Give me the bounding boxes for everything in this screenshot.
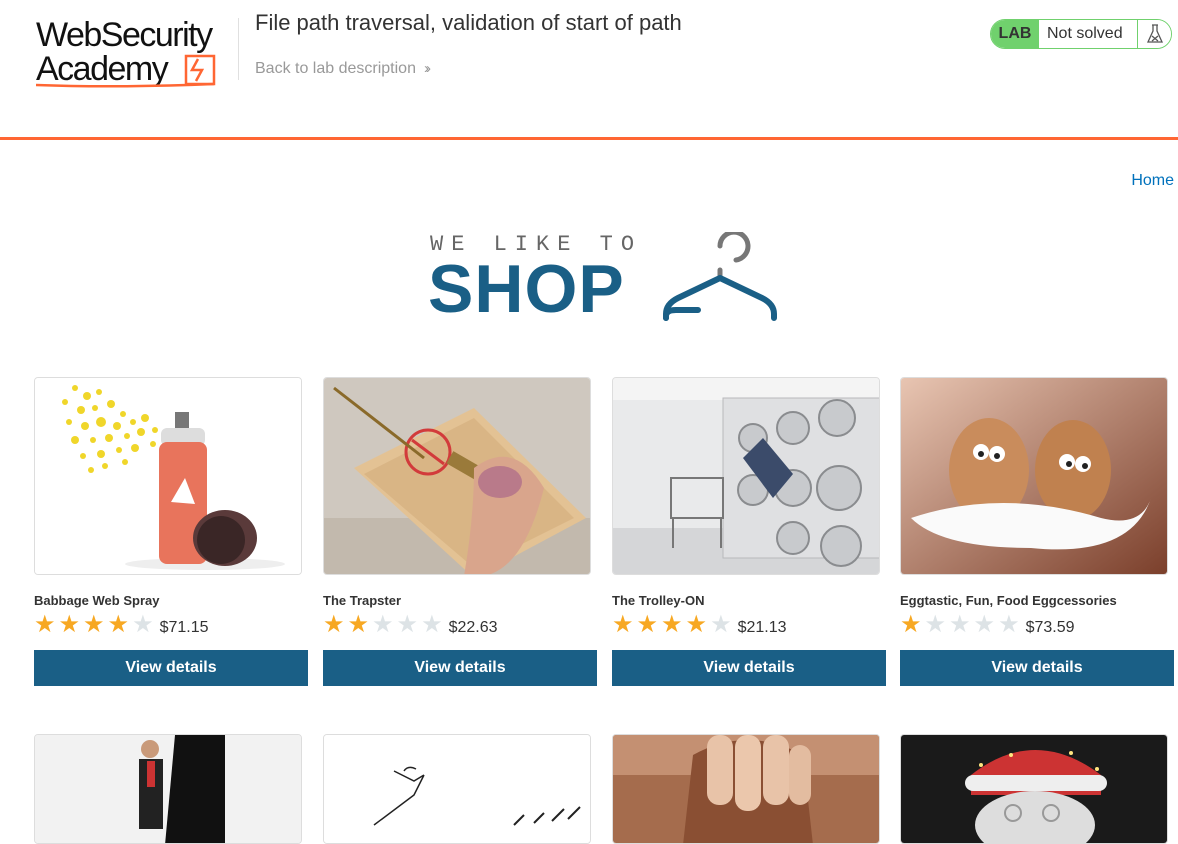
product-card bbox=[34, 734, 308, 844]
product-price: $21.13 bbox=[737, 618, 787, 636]
web-security-academy-logo[interactable]: WebSecurity Academy bbox=[35, 16, 236, 90]
product-price: $71.15 bbox=[159, 618, 209, 636]
product-name: The Trolley-ON bbox=[612, 593, 705, 608]
star-icon: ★ bbox=[347, 611, 370, 638]
star-icon: ★ bbox=[58, 611, 81, 638]
star-icon: ★ bbox=[107, 611, 130, 638]
star-icon: ★ bbox=[710, 611, 732, 638]
product-name: The Trapster bbox=[323, 593, 402, 608]
product-image-web-spray bbox=[34, 377, 302, 575]
product-image-santa bbox=[900, 734, 1168, 844]
product-image-presenter bbox=[34, 734, 302, 844]
we-like-to-shop-banner: WE LIKE TO SHOP bbox=[428, 232, 780, 327]
star-icon: ★ bbox=[421, 611, 443, 638]
star-icon: ★ bbox=[949, 611, 971, 638]
academy-header: WebSecurity Academy File path traversal,… bbox=[0, 0, 1178, 140]
product-image-sketch bbox=[323, 734, 591, 844]
star-icon: ★ bbox=[132, 611, 154, 638]
product-image-trolley-on bbox=[612, 377, 880, 575]
product-image-eggtastic bbox=[900, 377, 1168, 575]
star-icon: ★ bbox=[998, 611, 1020, 638]
logo-text-line1: WebSecurity bbox=[36, 16, 213, 54]
product-rating: ★ ★ ★ ★ ★ $21.13 bbox=[612, 613, 787, 637]
flask-icon bbox=[1138, 20, 1171, 48]
star-icon: ★ bbox=[83, 611, 105, 638]
banner-title: SHOP bbox=[428, 251, 625, 327]
lab-status-widget: LAB Not solved bbox=[990, 19, 1172, 49]
product-card: Babbage Web Spray ★ ★ ★ ★ ★ $71.15 View detai… bbox=[34, 377, 308, 686]
product-card bbox=[612, 734, 886, 844]
hanger-icon bbox=[663, 232, 777, 321]
product-image-trapster bbox=[323, 377, 591, 575]
logo-divider bbox=[238, 18, 239, 80]
product-card: Eggtastic, Fun, Food Eggcessories ★ ★ ★ ★ ★ $… bbox=[900, 377, 1174, 686]
product-rating: ★ ★ ★ ★ ★ $22.63 bbox=[323, 613, 498, 637]
product-image-beard bbox=[612, 734, 880, 844]
product-price: $22.63 bbox=[448, 618, 498, 636]
product-price: $73.59 bbox=[1025, 618, 1075, 636]
star-icon: ★ bbox=[323, 611, 345, 638]
product-name: Babbage Web Spray bbox=[34, 593, 160, 608]
star-icon: ★ bbox=[34, 611, 56, 638]
product-rating: ★ ★ ★ ★ ★ $71.15 bbox=[34, 613, 209, 637]
star-icon: ★ bbox=[396, 611, 419, 638]
lab-title: File path traversal, validation of start… bbox=[255, 10, 682, 35]
view-details-button[interactable]: View details bbox=[34, 650, 308, 686]
star-icon: ★ bbox=[900, 611, 922, 638]
star-icon: ★ bbox=[372, 611, 394, 638]
star-icon: ★ bbox=[661, 611, 683, 638]
back-link-label: Back to lab description bbox=[255, 60, 416, 77]
header-accent-line bbox=[0, 137, 1178, 140]
product-card bbox=[323, 734, 597, 844]
view-details-button[interactable]: View details bbox=[323, 650, 597, 686]
star-icon: ★ bbox=[924, 611, 947, 638]
product-card: The Trapster ★ ★ ★ ★ ★ $22.63 View details bbox=[323, 377, 597, 686]
logo-text-line2: Academy bbox=[36, 50, 169, 88]
back-to-lab-description-link[interactable]: Back to lab description ›› bbox=[255, 60, 431, 78]
product-rating: ★ ★ ★ ★ ★ $73.59 bbox=[900, 613, 1075, 637]
star-icon: ★ bbox=[636, 611, 659, 638]
product-card: The Trolley-ON ★ ★ ★ ★ ★ $21.13 View details bbox=[612, 377, 886, 686]
lab-badge: LAB bbox=[991, 20, 1039, 48]
star-icon: ★ bbox=[612, 611, 634, 638]
view-details-button[interactable]: View details bbox=[900, 650, 1174, 686]
lab-status-text: Not solved bbox=[1039, 20, 1138, 48]
star-icon: ★ bbox=[685, 611, 708, 638]
view-details-button[interactable]: View details bbox=[612, 650, 886, 686]
double-chevron-right-icon: ›› bbox=[423, 60, 431, 77]
product-card bbox=[900, 734, 1174, 844]
product-name: Eggtastic, Fun, Food Eggcessories bbox=[900, 593, 1117, 608]
star-icon: ★ bbox=[973, 611, 996, 638]
home-link[interactable]: Home bbox=[1131, 172, 1174, 190]
